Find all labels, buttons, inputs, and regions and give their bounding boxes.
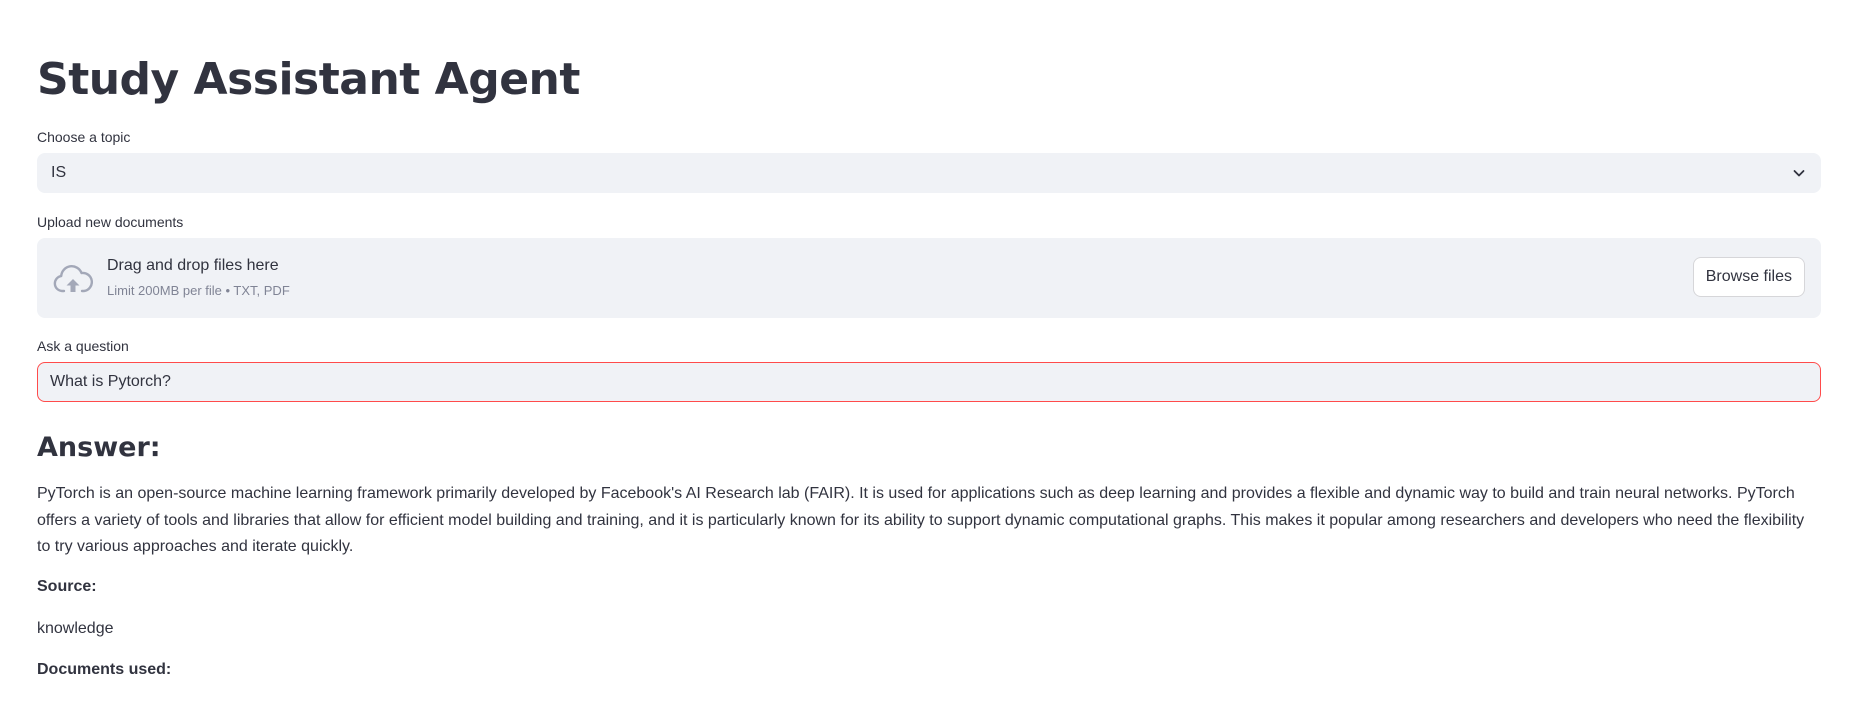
browse-files-button[interactable]: Browse files: [1692, 257, 1805, 297]
upload-label: Upload new documents: [37, 214, 184, 230]
topic-select[interactable]: IS: [37, 153, 1821, 193]
dropzone-title: Drag and drop files here: [107, 257, 279, 274]
topic-select-value: IS: [51, 164, 67, 181]
question-input[interactable]: [37, 362, 1821, 402]
dropzone-hint: Limit 200MB per file • TXT, PDF: [107, 283, 290, 298]
source-value: knowledge: [37, 620, 114, 637]
topic-select-label: Choose a topic: [37, 129, 131, 145]
documents-used-label: Documents used:: [37, 661, 172, 678]
answer-heading: Answer:: [37, 432, 161, 463]
source-label: Source:: [37, 578, 97, 595]
page-title: Study Assistant Agent: [37, 54, 580, 105]
chevron-down-icon: [1793, 170, 1805, 177]
answer-text: PyTorch is an open-source machine learni…: [37, 485, 1805, 555]
question-label: Ask a question: [37, 338, 129, 354]
cloud-upload-icon: [53, 265, 93, 293]
file-dropzone[interactable]: Drag and drop files here Limit 200MB per…: [37, 238, 1821, 318]
